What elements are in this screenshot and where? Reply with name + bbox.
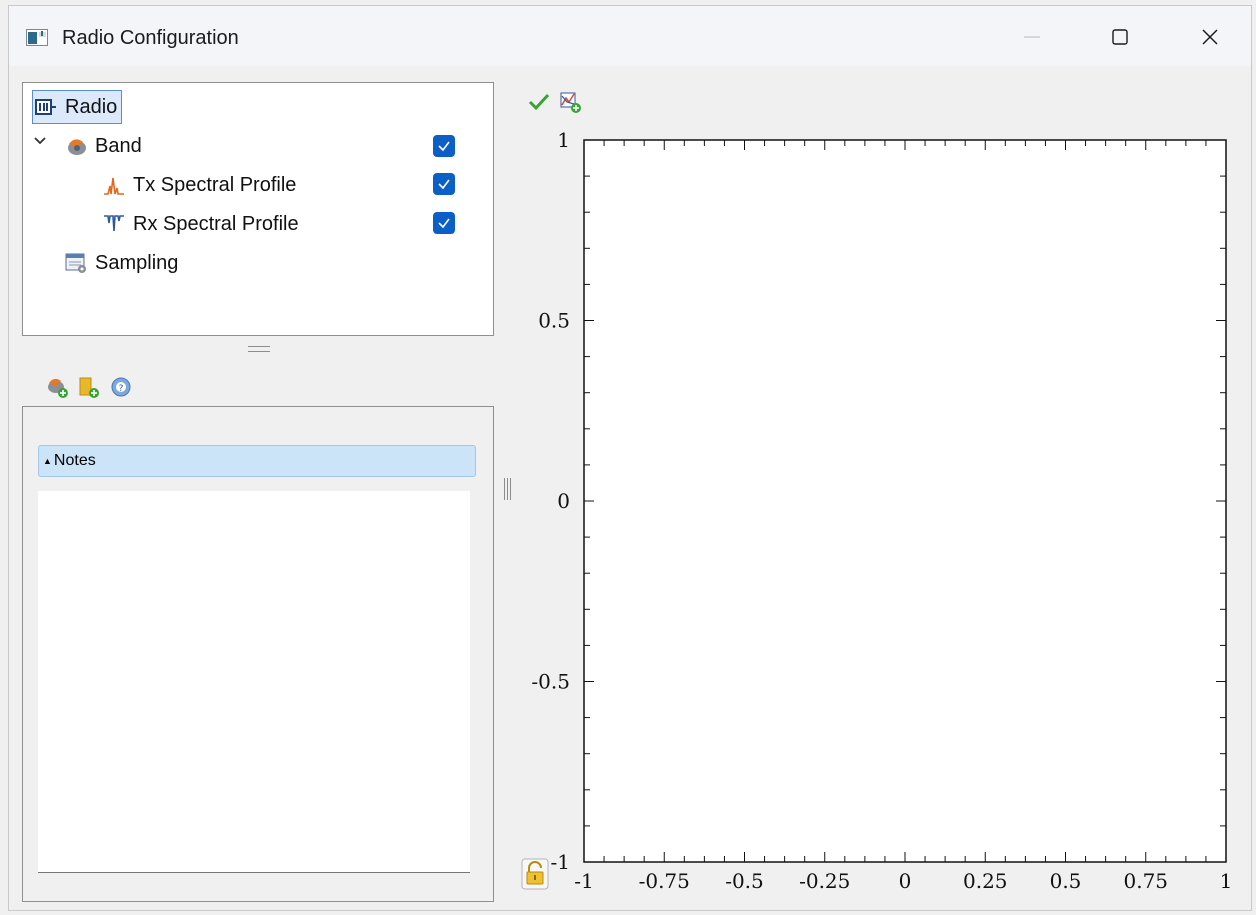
rx-spectral-profile-checkbox[interactable]: [433, 212, 455, 234]
add-folder-icon[interactable]: [76, 374, 102, 400]
tree-item-rx-spectral-profile[interactable]: Rx Spectral Profile: [103, 209, 299, 239]
properties-toolbar: ?: [44, 374, 134, 402]
help-icon[interactable]: ?: [108, 374, 134, 400]
x-tick-label: -1: [574, 869, 593, 890]
close-icon: [1202, 29, 1218, 45]
check-icon: [438, 218, 450, 229]
tree-item-label: Rx Spectral Profile: [133, 212, 299, 235]
check-icon: [438, 179, 450, 190]
properties-panel: ▲ Notes: [22, 406, 494, 902]
rx-spectrum-icon: [103, 213, 125, 235]
notes-section-header[interactable]: ▲ Notes: [38, 445, 476, 477]
minimize-icon: [1024, 36, 1040, 38]
tree-item-sampling[interactable]: Sampling: [65, 248, 178, 278]
horizontal-splitter[interactable]: [248, 346, 270, 354]
radio-icon: [35, 96, 57, 118]
minimize-button[interactable]: [1009, 14, 1055, 60]
close-button[interactable]: [1187, 14, 1233, 60]
x-tick-label: 1: [1220, 869, 1233, 890]
band-icon: [65, 135, 87, 157]
y-tick-label: -0.5: [531, 670, 570, 694]
apply-check-icon[interactable]: [526, 89, 552, 115]
tree-item-tx-spectral-profile[interactable]: Tx Spectral Profile: [103, 170, 296, 200]
x-tick-label: 0: [899, 869, 912, 890]
spectral-plot[interactable]: -1 -0.75 -0.5 -0.25 0 0.25 0.5 0.75 1 1 0.5 0 -0.5 -1: [510, 120, 1250, 890]
plot-area: [583, 139, 1227, 863]
tree-item-label: Tx Spectral Profile: [133, 173, 297, 196]
notes-header-label: Notes: [53, 452, 96, 469]
tree-item-label: Radio: [65, 95, 118, 118]
check-icon: [438, 141, 450, 152]
tree-item-radio[interactable]: Radio: [32, 90, 123, 124]
x-tick-label: -0.25: [799, 869, 850, 890]
window-title: Radio Configuration: [62, 27, 239, 49]
y-tick-label: -1: [551, 850, 570, 874]
notes-textarea[interactable]: [38, 491, 470, 873]
maximize-icon: [1112, 29, 1128, 45]
tree-item-label: Band: [95, 134, 142, 157]
y-tick-label: 0: [557, 489, 570, 513]
add-band-icon[interactable]: [44, 374, 70, 400]
band-checkbox[interactable]: [433, 135, 455, 157]
lock-icon[interactable]: [521, 858, 549, 890]
x-tick-label: -0.75: [639, 869, 690, 890]
svg-text:?: ?: [119, 384, 124, 394]
maximize-button[interactable]: [1097, 14, 1143, 60]
tree-item-label: Sampling: [95, 251, 179, 274]
tree-item-radio-selection: Radio: [32, 90, 123, 124]
tx-spectrum-icon: [103, 174, 125, 196]
chevron-down-icon[interactable]: [33, 133, 47, 151]
x-tick-label: 0.25: [963, 869, 1008, 890]
app-icon: [26, 29, 48, 46]
tree-item-band[interactable]: Band: [65, 131, 142, 161]
x-tick-label: 0.5: [1050, 869, 1082, 890]
tx-spectral-profile-checkbox[interactable]: [433, 173, 455, 195]
plot-toolbar: [526, 89, 584, 115]
y-tick-label: 1: [557, 128, 570, 152]
title-bar: Radio Configuration: [9, 6, 1251, 66]
y-tick-label: 0.5: [538, 309, 570, 333]
sampling-icon: [65, 252, 87, 274]
collapse-arrow-icon: ▲: [43, 456, 52, 466]
x-tick-label: -0.5: [725, 869, 764, 890]
add-plot-icon[interactable]: [558, 89, 584, 115]
x-tick-label: 0.75: [1123, 869, 1168, 890]
radio-tree: Radio Band Tx Spectral Profile Rx Spectr…: [22, 82, 494, 336]
